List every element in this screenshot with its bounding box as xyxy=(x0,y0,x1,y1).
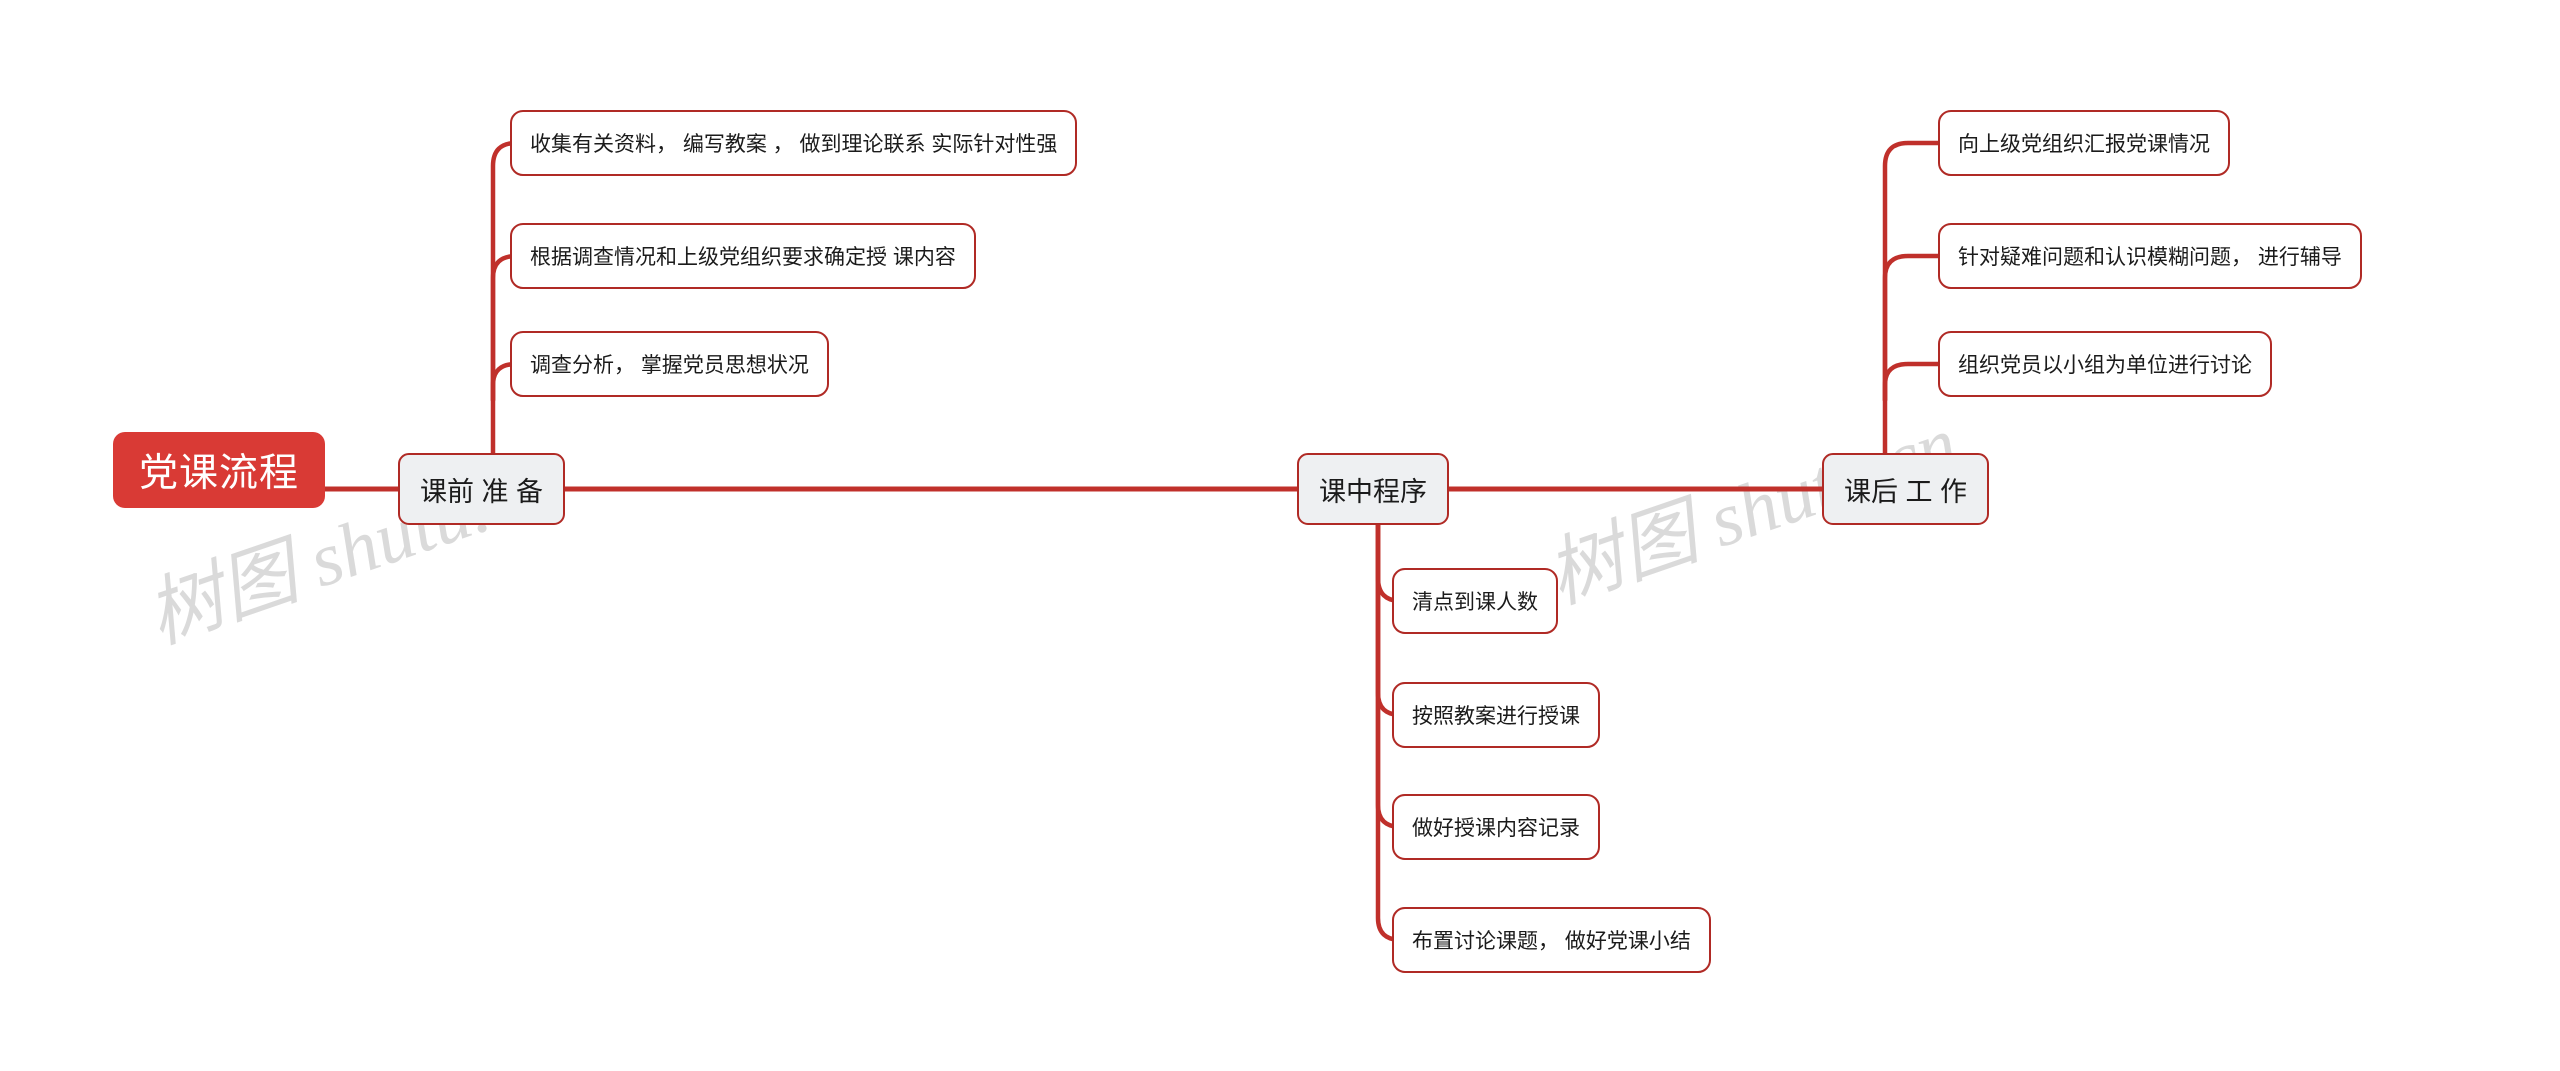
leaf-node[interactable]: 向上级党组织汇报党课情况 xyxy=(1938,110,2230,176)
leaf-node-label: 组织党员以小组为单位进行讨论 xyxy=(1958,354,2252,377)
leaf-node-label: 收集有关资料， 编写教案 ， 做到理论联系 实际针对性强 xyxy=(530,133,1058,156)
leaf-node[interactable]: 组织党员以小组为单位进行讨论 xyxy=(1938,331,2272,397)
branch-node-pre-class[interactable]: 课前 准 备 xyxy=(398,453,566,525)
leaf-node[interactable]: 做好授课内容记录 xyxy=(1392,794,1600,860)
branch-node-label: 课中程序 xyxy=(1319,476,1427,507)
leaf-node-label: 调查分析， 掌握党员思想状况 xyxy=(530,354,809,377)
leaf-node-label: 向上级党组织汇报党课情况 xyxy=(1958,133,2210,156)
leaf-node[interactable]: 布置讨论课题， 做好党课小结 xyxy=(1392,907,1711,973)
branch-node-in-class[interactable]: 课中程序 xyxy=(1297,453,1449,525)
branch-node-label: 课后 工 作 xyxy=(1844,476,1968,507)
leaf-node[interactable]: 根据调查情况和上级党组织要求确定授 课内容 xyxy=(510,223,976,289)
root-node[interactable]: 党课流程 xyxy=(113,432,326,508)
leaf-node-label: 做好授课内容记录 xyxy=(1412,817,1580,840)
root-node-label: 党课流程 xyxy=(139,452,300,495)
leaf-node[interactable]: 清点到课人数 xyxy=(1392,568,1558,634)
edge-pre-child-1 xyxy=(490,140,563,456)
leaf-node-label: 布置讨论课题， 做好党课小结 xyxy=(1412,930,1691,953)
branch-node-post-class[interactable]: 课后 工 作 xyxy=(1822,453,1990,525)
leaf-node[interactable]: 针对疑难问题和认识模糊问题， 进行辅导 xyxy=(1938,223,2362,289)
leaf-node[interactable]: 按照教案进行授课 xyxy=(1392,682,1600,748)
branch-node-label: 课前 准 备 xyxy=(420,476,544,507)
leaf-node-label: 针对疑难问题和认识模糊问题， 进行辅导 xyxy=(1958,246,2342,269)
leaf-node-label: 按照教案进行授课 xyxy=(1412,705,1580,728)
leaf-node[interactable]: 调查分析， 掌握党员思想状况 xyxy=(510,331,829,397)
edge-post-child-1 xyxy=(1882,140,1953,456)
leaf-node-label: 根据调查情况和上级党组织要求确定授 课内容 xyxy=(530,246,956,269)
leaf-node-label: 清点到课人数 xyxy=(1412,591,1538,614)
mindmap-canvas: 树图 shutu.cn 树图 shutu.cn 党课流程 课前 准 备 收集有关… xyxy=(0,0,2560,1071)
leaf-node[interactable]: 收集有关资料， 编写教案 ， 做到理论联系 实际针对性强 xyxy=(510,110,1078,176)
